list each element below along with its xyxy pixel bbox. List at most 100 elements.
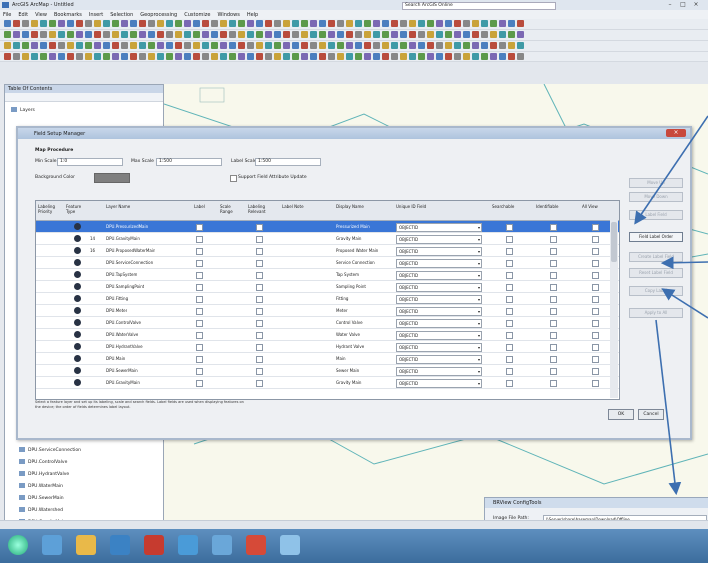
- toolbar-button-icon[interactable]: [139, 20, 146, 27]
- display-name-cell[interactable]: Gravity Main: [336, 236, 386, 241]
- identifiable-checkbox[interactable]: [550, 368, 557, 375]
- toolbar-button-icon[interactable]: [211, 20, 218, 27]
- searchable-checkbox[interactable]: [506, 236, 513, 243]
- toolbar-button-icon[interactable]: [355, 20, 362, 27]
- toolbar-button-icon[interactable]: [310, 53, 317, 60]
- labeling-relevant-checkbox[interactable]: [256, 332, 263, 339]
- all-view-checkbox[interactable]: [592, 308, 599, 315]
- side-button-2[interactable]: Move Down: [629, 192, 683, 202]
- toc-layer-item[interactable]: DPU.SewerMain: [19, 495, 64, 501]
- toolbar-button-icon[interactable]: [157, 53, 164, 60]
- toolbar-button-icon[interactable]: [247, 20, 254, 27]
- menu-item[interactable]: Bookmarks: [54, 12, 82, 18]
- toolbar-button-icon[interactable]: [130, 20, 137, 27]
- table-row[interactable]: DPU.ControlValve Control Valve OBJECTID ▾: [36, 317, 619, 329]
- toolbar-button-icon[interactable]: [76, 42, 83, 49]
- ok-button[interactable]: OK: [608, 409, 634, 420]
- display-name-cell[interactable]: Main: [336, 356, 386, 361]
- identifiable-checkbox[interactable]: [550, 380, 557, 387]
- toolbar-button-icon[interactable]: [103, 20, 110, 27]
- toolbar-button-icon[interactable]: [382, 31, 389, 38]
- toolbar-button-icon[interactable]: [121, 53, 128, 60]
- toolbar-button-icon[interactable]: [166, 42, 173, 49]
- toolbar-button-icon[interactable]: [112, 42, 119, 49]
- toolbar-button-icon[interactable]: [463, 31, 470, 38]
- toolbar-button-icon[interactable]: [76, 53, 83, 60]
- catalog-icon[interactable]: [212, 535, 232, 555]
- toolbar-button-icon[interactable]: [58, 42, 65, 49]
- toolbar-button-icon[interactable]: [418, 53, 425, 60]
- toolbar-button-icon[interactable]: [148, 31, 155, 38]
- menu-item[interactable]: Geoprocessing: [140, 12, 177, 18]
- identifiable-checkbox[interactable]: [550, 296, 557, 303]
- toolbar-button-icon[interactable]: [4, 31, 11, 38]
- toolbar-button-icon[interactable]: [211, 31, 218, 38]
- label-checkbox[interactable]: [196, 344, 203, 351]
- toolbar-button-icon[interactable]: [319, 31, 326, 38]
- table-row[interactable]: DPU.Fitting Fitting OBJECTID ▾: [36, 293, 619, 305]
- toolbar-button-icon[interactable]: [247, 42, 254, 49]
- toolbar-button-icon[interactable]: [454, 20, 461, 27]
- toolbar-button-icon[interactable]: [454, 53, 461, 60]
- all-view-checkbox[interactable]: [592, 332, 599, 339]
- all-view-checkbox[interactable]: [592, 284, 599, 291]
- toolbar-button-icon[interactable]: [301, 53, 308, 60]
- toolbar-button-icon[interactable]: [490, 53, 497, 60]
- toolbar-button-icon[interactable]: [445, 53, 452, 60]
- unique-id-dropdown[interactable]: OBJECTID ▾: [396, 283, 482, 292]
- toolbar-button-icon[interactable]: [400, 31, 407, 38]
- toolbar-button-icon[interactable]: [319, 53, 326, 60]
- toolbar-button-icon[interactable]: [166, 53, 173, 60]
- toolbar-button-icon[interactable]: [436, 53, 443, 60]
- display-name-cell[interactable]: Proposed Water Main: [336, 248, 386, 253]
- toolbar-button-icon[interactable]: [202, 31, 209, 38]
- unique-id-dropdown[interactable]: OBJECTID ▾: [396, 307, 482, 316]
- table-row[interactable]: DPU.Meter Meter OBJECTID ▾: [36, 305, 619, 317]
- toolbar-button-icon[interactable]: [445, 31, 452, 38]
- toolbar-button-icon[interactable]: [220, 42, 227, 49]
- toolbar-button-icon[interactable]: [166, 31, 173, 38]
- toolbar-button-icon[interactable]: [157, 42, 164, 49]
- labeling-relevant-checkbox[interactable]: [256, 368, 263, 375]
- toolbar-button-icon[interactable]: [445, 20, 452, 27]
- identifiable-checkbox[interactable]: [550, 224, 557, 231]
- toolbar-button-icon[interactable]: [229, 53, 236, 60]
- toolbar-button-icon[interactable]: [22, 53, 29, 60]
- table-row[interactable]: DPU.WaterValve Water Valve OBJECTID ▾: [36, 329, 619, 341]
- labeling-relevant-checkbox[interactable]: [256, 320, 263, 327]
- all-view-checkbox[interactable]: [592, 380, 599, 387]
- toolbar-button-icon[interactable]: [418, 20, 425, 27]
- toolbar-button-icon[interactable]: [328, 20, 335, 27]
- toc-layer-item[interactable]: DPU.ServiceConnection: [19, 447, 81, 453]
- toolbar-button-icon[interactable]: [391, 53, 398, 60]
- menu-item[interactable]: Insert: [89, 12, 103, 18]
- toolbar-button-icon[interactable]: [310, 20, 317, 27]
- header-searchable[interactable]: Searchable: [492, 204, 526, 209]
- toolbar-button-icon[interactable]: [229, 20, 236, 27]
- table-row[interactable]: DPU.HydrantValve Hydrant Valve OBJECTID ▾: [36, 341, 619, 353]
- toolbar-button-icon[interactable]: [283, 20, 290, 27]
- label-checkbox[interactable]: [196, 272, 203, 279]
- toolbar-button-icon[interactable]: [139, 31, 146, 38]
- toolbar-button-icon[interactable]: [301, 42, 308, 49]
- display-name-cell[interactable]: Gravity Main: [336, 380, 386, 385]
- toolbar-button-icon[interactable]: [472, 53, 479, 60]
- toolbar-button-icon[interactable]: [238, 53, 245, 60]
- searchable-checkbox[interactable]: [506, 284, 513, 291]
- toolbar-button-icon[interactable]: [256, 53, 263, 60]
- toolbar-button-icon[interactable]: [400, 20, 407, 27]
- toolbar-button-icon[interactable]: [337, 42, 344, 49]
- toolbar-button-icon[interactable]: [490, 42, 497, 49]
- toolbar-button-icon[interactable]: [49, 31, 56, 38]
- display-name-cell[interactable]: Sampling Point: [336, 284, 386, 289]
- label-checkbox[interactable]: [196, 332, 203, 339]
- toolbar-button-icon[interactable]: [112, 20, 119, 27]
- toolbar-button-icon[interactable]: [67, 20, 74, 27]
- toolbar-button-icon[interactable]: [148, 53, 155, 60]
- identifiable-checkbox[interactable]: [550, 260, 557, 267]
- label-checkbox[interactable]: [196, 356, 203, 363]
- maximize-icon[interactable]: □: [677, 1, 689, 9]
- toolbar-button-icon[interactable]: [463, 42, 470, 49]
- all-view-checkbox[interactable]: [592, 344, 599, 351]
- labeling-relevant-checkbox[interactable]: [256, 248, 263, 255]
